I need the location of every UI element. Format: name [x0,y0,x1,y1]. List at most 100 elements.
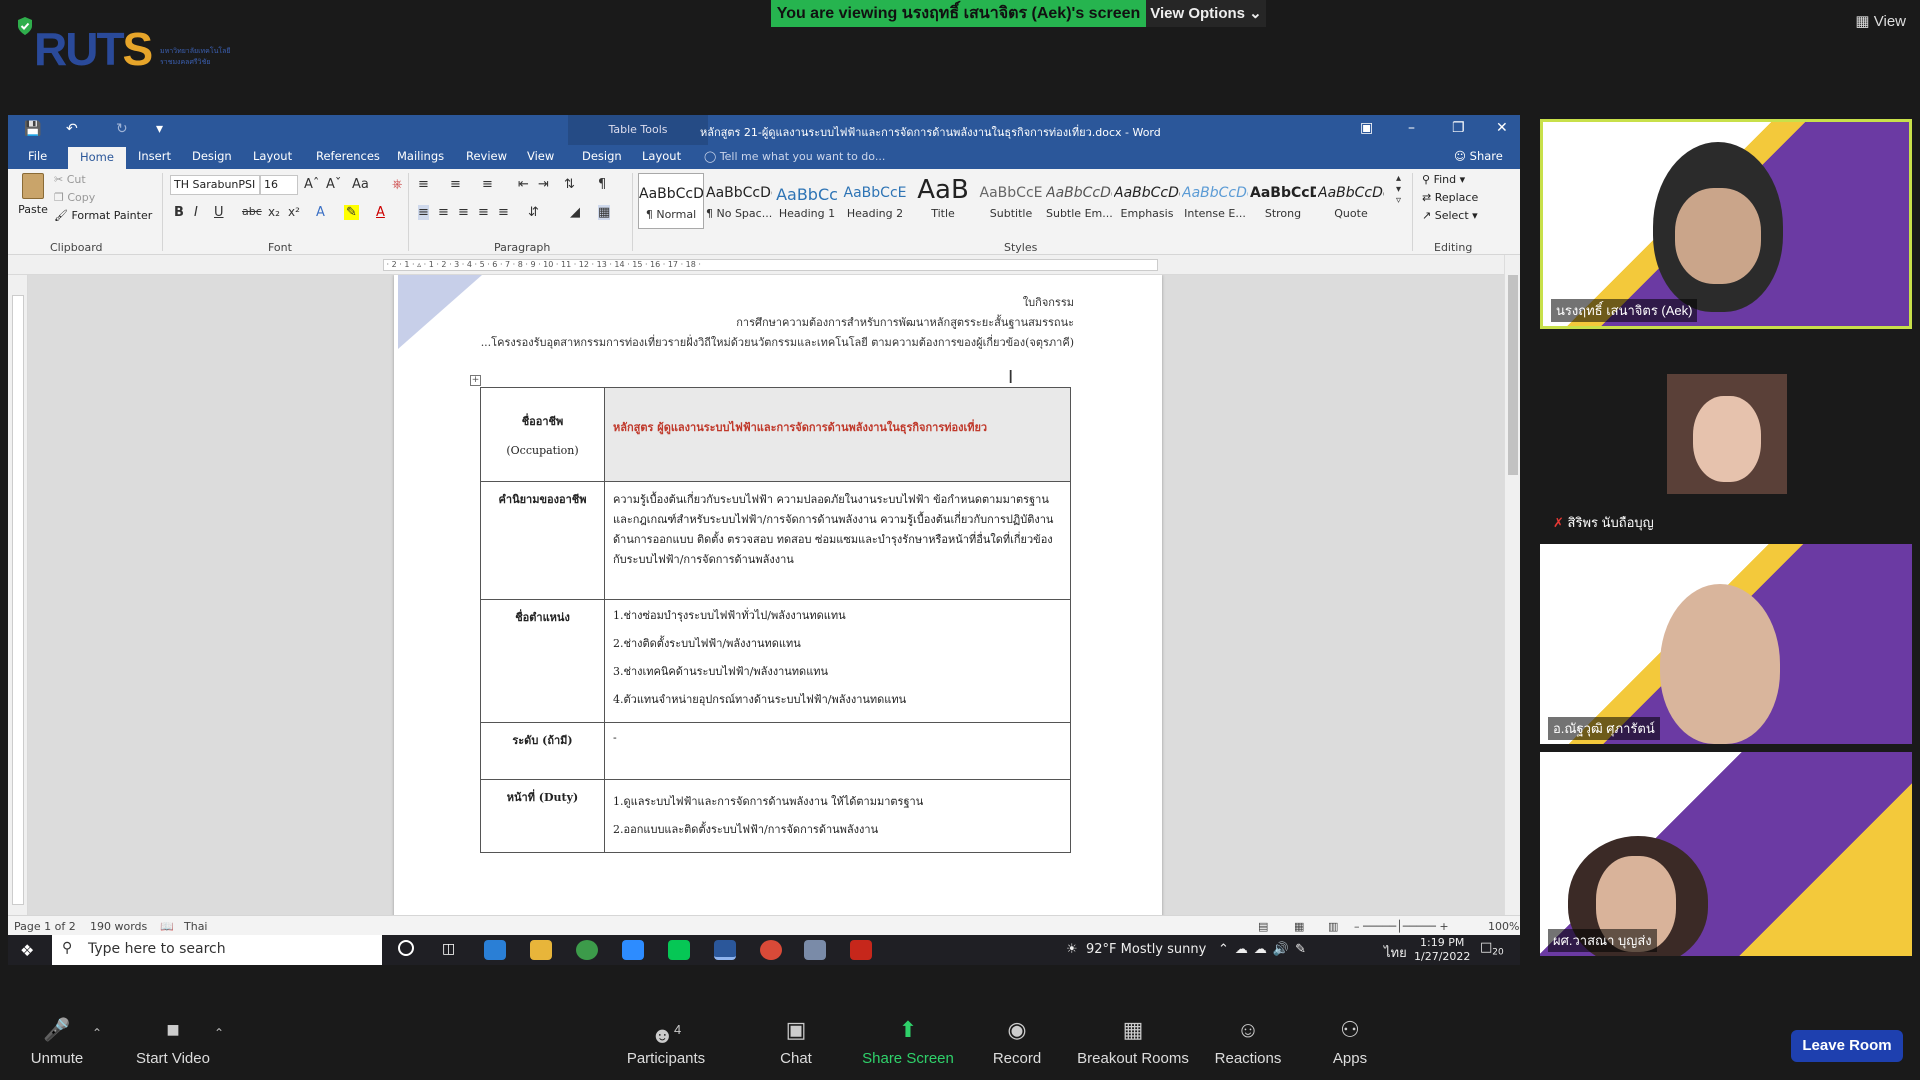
tell-me-search[interactable]: ◯ Tell me what you want to do... [704,150,885,163]
redo-icon[interactable]: ↻ [116,121,128,137]
taskbar-search[interactable]: ⚲ Type here to search [52,935,382,965]
decrease-indent-icon[interactable]: ⇤ [518,177,529,192]
select-button[interactable]: ↗ Select ▾ [1422,209,1478,222]
duty-item[interactable]: 1.ดูแลระบบไฟฟ้าและการจัดการด้านพลังงาน ใ… [613,788,1062,816]
text-effects-icon[interactable]: A [316,205,325,220]
share-screen-button[interactable]: ⬆ Share Screen [860,1016,956,1067]
style-intense-emphasis[interactable]: AaBbCcDc Intense E... [1182,173,1248,229]
web-layout-icon[interactable]: ▥ [1328,920,1338,933]
subscript-icon[interactable]: x₂ [268,205,280,219]
unmute-button[interactable]: 🎤 Unmute [24,1016,90,1067]
undo-icon[interactable]: ↶ [66,121,78,137]
tab-layout[interactable]: Layout [253,149,292,163]
record-button[interactable]: ◉ Record [990,1016,1044,1067]
grow-font-icon[interactable]: Aˆ [304,177,319,192]
zoom-level[interactable]: 100% [1488,920,1519,933]
font-name-combo[interactable]: TH SarabunPSI [170,175,260,195]
increase-indent-icon[interactable]: ⇥ [538,177,549,192]
level-value[interactable]: - [604,722,1071,780]
close-button[interactable]: ✕ [1496,120,1508,136]
notification-icon[interactable]: □20 [1480,940,1504,958]
align-right-icon[interactable]: ≡ [458,205,469,220]
strikethrough-icon[interactable]: abc [242,205,262,218]
vertical-ruler[interactable] [8,275,28,915]
position-item[interactable]: 1.ช่างซ่อมบำรุงระบบไฟฟ้าทั่วไป/พลังงานทด… [613,602,1062,630]
format-painter-button[interactable]: 🖌 Format Painter [54,209,152,222]
cut-button[interactable]: ✂ Cut [54,173,86,186]
align-left-icon[interactable]: ≡ [418,205,429,220]
style-subtle-emphasis[interactable]: AaBbCcDc Subtle Em... [1046,173,1112,229]
tab-view[interactable]: View [527,149,554,163]
minimize-button[interactable]: – [1408,120,1415,136]
justify-icon[interactable]: ≡ [478,205,489,220]
find-button[interactable]: ⚲ Find ▾ [1422,173,1465,186]
app-icon[interactable] [804,940,826,960]
multilevel-list-icon[interactable]: ≡ [482,177,493,192]
style-heading-2[interactable]: AaBbCcE Heading 2 [842,173,908,229]
style-heading-1[interactable]: AaBbCс Heading 1 [774,173,840,229]
participant-tile[interactable]: นรงฤทธิ์ เสนาจิตร (Aek) [1540,119,1912,329]
zoom-app-icon[interactable] [622,940,644,960]
apps-button[interactable]: ⚇ Apps [1330,1016,1370,1067]
windows-start-icon[interactable]: ❖ [20,941,34,960]
read-mode-icon[interactable]: ▤ [1258,920,1268,933]
weather-icon[interactable]: ☀ [1066,942,1078,957]
align-center-icon[interactable]: ≡ [438,205,449,220]
borders-icon[interactable]: ▦ [598,205,611,220]
edge-icon[interactable] [484,940,506,960]
line-app-icon[interactable] [668,940,690,960]
participant-tile[interactable]: อ.ณัฐวุฒิ ศุภารัตน์ [1540,544,1912,744]
shading-icon[interactable]: ◢ [570,205,580,220]
tab-review[interactable]: Review [466,149,507,163]
audio-options-icon[interactable]: ⌃ [92,1026,102,1040]
definition-value[interactable]: ความรู้เบื้องต้นเกี่ยวกับระบบไฟฟ้า ความป… [604,481,1071,600]
task-view-icon[interactable]: ◫ [442,941,455,957]
style-quote[interactable]: AaBbCcDc Quote [1318,173,1384,229]
position-item[interactable]: 2.ช่างติดตั้งระบบไฟฟ้า/พลังงานทดแทน [613,630,1062,658]
style-title[interactable]: AaB Title [910,173,976,229]
leave-room-button[interactable]: Leave Room [1791,1030,1903,1062]
tab-table-layout[interactable]: Layout [642,149,681,163]
word-count[interactable]: 190 words [90,920,147,933]
font-size-combo[interactable]: 16 [260,175,298,195]
style-normal[interactable]: AaBbCcDc¶ Normal [638,173,704,229]
print-layout-icon[interactable]: ▦ [1294,920,1304,933]
superscript-icon[interactable]: x² [288,205,300,219]
ribbon-display-icon[interactable]: ▣ [1360,120,1373,136]
tab-mailings[interactable]: Mailings [397,149,444,163]
style-strong[interactable]: AaBbCcDcStrong [1250,173,1316,229]
video-options-icon[interactable]: ⌃ [214,1026,224,1040]
tab-references[interactable]: References [316,149,380,163]
line-spacing-icon[interactable]: ⇵ [528,205,539,220]
change-case-icon[interactable]: Aa [352,177,369,192]
style-no-spacing[interactable]: AaBbCcDc ¶ No Spac... [706,173,772,229]
tab-design[interactable]: Design [192,149,232,163]
thai-distribute-icon[interactable]: ≡ [498,205,509,220]
breakout-rooms-button[interactable]: ▦ Breakout Rooms [1076,1016,1190,1067]
tab-file[interactable]: File [28,149,47,163]
zoom-slider[interactable]: – ─────│───── + [1354,920,1449,933]
shrink-font-icon[interactable]: Aˇ [326,177,341,192]
highlight-icon[interactable]: ✎ [344,205,359,220]
font-color-icon[interactable]: A [376,205,385,220]
language-indicator[interactable]: Thai [184,920,208,933]
view-button[interactable]: ▦ View [1855,12,1906,30]
page-count[interactable]: Page 1 of 2 [14,920,76,933]
word-app-icon[interactable] [714,940,736,960]
system-tray-icons[interactable]: ⌃☁☁🔊✎ [1218,942,1312,957]
bullets-icon[interactable]: ≡ [418,177,429,192]
position-item[interactable]: 4.ตัวแทนจำหน่ายอุปกรณ์ทางด้านระบบไฟฟ้า/พ… [613,686,1062,714]
tab-table-design[interactable]: Design [582,149,622,163]
table-move-handle[interactable]: + [470,375,481,386]
participant-tile[interactable]: ผศ.วาสณา บุญส่ง [1540,752,1912,956]
save-icon[interactable]: 💾 [24,121,41,137]
chat-button[interactable]: ▣ Chat [774,1016,818,1067]
style-emphasis[interactable]: AaBbCcDc Emphasis [1114,173,1180,229]
styles-scroll-icon[interactable]: ▴ ▾ ▿ [1396,173,1401,206]
start-video-button[interactable]: ■ Start Video [130,1016,216,1067]
style-subtitle[interactable]: AaBbCcE Subtitle [978,173,1044,229]
clear-formatting-icon[interactable]: ⎈ [392,177,402,192]
chrome-profile-icon[interactable] [760,940,782,960]
duty-item[interactable]: 2.ออกแบบและติดตั้งระบบไฟฟ้า/การจัดการด้า… [613,816,1062,844]
copy-button[interactable]: ❐ Copy [54,191,95,204]
